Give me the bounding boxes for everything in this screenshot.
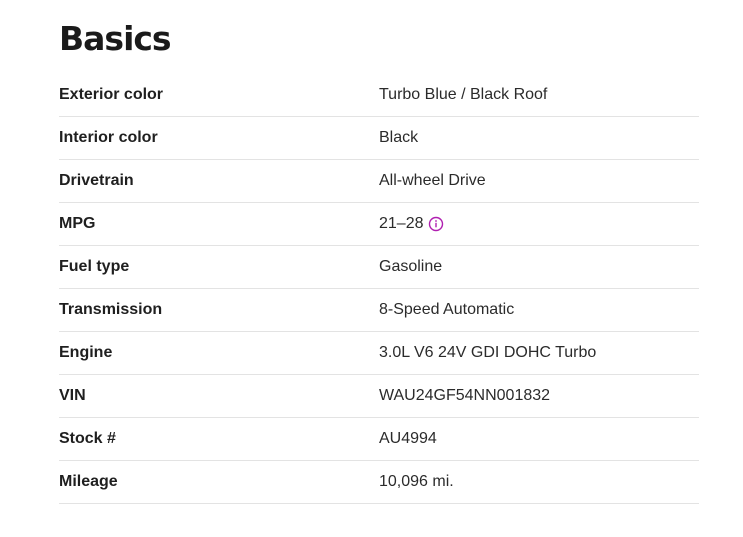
- section-title: Basics: [59, 19, 172, 58]
- spec-label: Transmission: [59, 301, 163, 318]
- spec-row-stock: Stock # AU4994: [59, 418, 699, 461]
- spec-value: Gasoline: [379, 258, 443, 275]
- spec-value: Black: [379, 129, 419, 146]
- spec-value: 21–28: [379, 215, 424, 232]
- spec-label: Engine: [59, 344, 113, 361]
- spec-label: Fuel type: [59, 258, 130, 275]
- spec-value: AU4994: [379, 430, 437, 447]
- spec-value-container: 21–28: [379, 215, 699, 233]
- spec-row-transmission: Transmission 8-Speed Automatic: [59, 289, 699, 332]
- spec-label: Stock #: [59, 430, 116, 447]
- spec-label: Exterior color: [59, 86, 164, 103]
- spec-label: Mileage: [59, 473, 118, 490]
- spec-label: MPG: [59, 215, 96, 232]
- spec-row-drivetrain: Drivetrain All-wheel Drive: [59, 160, 699, 203]
- spec-row-fuel-type: Fuel type Gasoline: [59, 246, 699, 289]
- spec-value: 8-Speed Automatic: [379, 301, 515, 318]
- spec-label: Interior color: [59, 129, 158, 146]
- spec-value: WAU24GF54NN001832: [379, 387, 551, 404]
- info-icon[interactable]: [428, 216, 444, 232]
- spec-row-mpg: MPG 21–28: [59, 203, 699, 246]
- specs-table: Exterior color Turbo Blue / Black Roof I…: [59, 74, 699, 504]
- spec-row-interior-color: Interior color Black: [59, 117, 699, 160]
- spec-label: Drivetrain: [59, 172, 134, 189]
- spec-row-engine: Engine 3.0L V6 24V GDI DOHC Turbo: [59, 332, 699, 375]
- spec-row-mileage: Mileage 10,096 mi.: [59, 461, 699, 504]
- spec-label: VIN: [59, 387, 86, 404]
- spec-value: 10,096 mi.: [379, 473, 454, 490]
- spec-value: Turbo Blue / Black Roof: [379, 86, 548, 103]
- spec-row-vin: VIN WAU24GF54NN001832: [59, 375, 699, 418]
- spec-row-exterior-color: Exterior color Turbo Blue / Black Roof: [59, 74, 699, 117]
- spec-value: 3.0L V6 24V GDI DOHC Turbo: [379, 344, 597, 361]
- spec-value: All-wheel Drive: [379, 172, 486, 189]
